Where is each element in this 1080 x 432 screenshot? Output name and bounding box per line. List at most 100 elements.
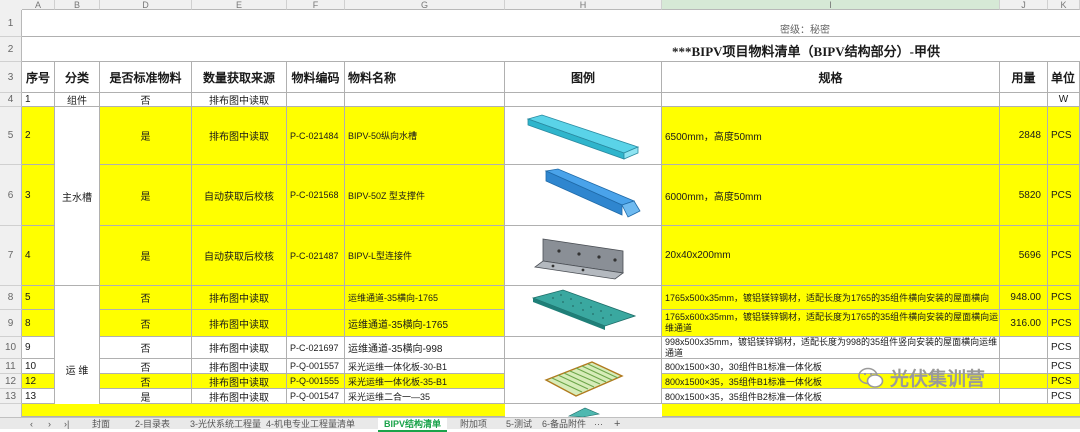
row6-name[interactable]: BIPV-50Z 型支撑件	[345, 165, 505, 226]
row10-source[interactable]: 排布图中读取	[192, 337, 287, 359]
row6-standard[interactable]: 是	[100, 165, 192, 226]
tab-prev-button[interactable]: ‹	[30, 418, 33, 430]
row11-name[interactable]: 采光运维一体化板-30-B1	[345, 359, 505, 374]
row13-standard[interactable]: 是	[100, 389, 192, 404]
row13-usage[interactable]	[1000, 389, 1048, 404]
row13-code[interactable]: P-Q-001547	[287, 389, 345, 404]
row6-unit[interactable]: PCS	[1048, 165, 1080, 226]
tab-last-button[interactable]: ›|	[64, 418, 69, 430]
tab-next-button[interactable]: ›	[48, 418, 51, 430]
header-seq[interactable]: 序号	[22, 62, 55, 93]
header-standard[interactable]: 是否标准物料	[100, 62, 192, 93]
row-header-8[interactable]: 8	[0, 286, 22, 310]
row7-code[interactable]: P-C-021487	[287, 226, 345, 286]
tab-pv-system[interactable]: 3-光伏系统工程量	[190, 418, 261, 430]
row11-standard[interactable]: 否	[100, 359, 192, 374]
tab-spares[interactable]: 6-备品附件	[542, 418, 586, 430]
tab-test[interactable]: 5-测试	[506, 418, 532, 430]
row7-spec[interactable]: 20x40x200mm	[662, 226, 1000, 286]
column-header-f[interactable]: F	[287, 0, 345, 10]
row8-seq[interactable]: 5	[22, 286, 55, 310]
row4-unit[interactable]: W	[1048, 93, 1080, 107]
column-header-i[interactable]: I	[662, 0, 1000, 10]
row4-code[interactable]	[287, 93, 345, 107]
row7-seq[interactable]: 4	[22, 226, 55, 286]
row5-code[interactable]: P-C-021484	[287, 107, 345, 165]
column-header-d[interactable]: D	[100, 0, 192, 10]
column-header-e[interactable]: E	[192, 0, 287, 10]
row10-seq[interactable]: 9	[22, 337, 55, 359]
header-image[interactable]: 图例	[505, 62, 662, 93]
row7-image[interactable]	[505, 226, 662, 286]
column-header-j[interactable]: J	[1000, 0, 1048, 10]
row12-usage[interactable]	[1000, 374, 1048, 389]
row7-name[interactable]: BIPV-L型连接件	[345, 226, 505, 286]
row6-seq[interactable]: 3	[22, 165, 55, 226]
row-header-3[interactable]: 3	[0, 62, 22, 93]
row-header-13[interactable]: 13	[0, 389, 22, 404]
row12-seq[interactable]: 12	[22, 374, 55, 389]
header-unit[interactable]: 单位	[1048, 62, 1080, 93]
row12-code[interactable]: P-Q-001555	[287, 374, 345, 389]
row9-usage[interactable]: 316.00	[1000, 310, 1048, 337]
row11-source[interactable]: 排布图中读取	[192, 359, 287, 374]
row10-code[interactable]: P-C-021697	[287, 337, 345, 359]
row12-name[interactable]: 采光运维一体化板-35-B1	[345, 374, 505, 389]
row10-name[interactable]: 运维通道-35横向-998	[345, 337, 505, 359]
tab-mep[interactable]: 4-机电专业工程量清单	[266, 418, 355, 430]
row9-standard[interactable]: 否	[100, 310, 192, 337]
column-header-b[interactable]: B	[55, 0, 100, 10]
header-usage[interactable]: 用量	[1000, 62, 1048, 93]
row8-name[interactable]: 运维通道-35横向-1765	[345, 286, 505, 310]
walkway-image-cell[interactable]	[505, 286, 662, 337]
row-header-7[interactable]: 7	[0, 226, 22, 286]
row11-unit[interactable]: PCS	[1048, 359, 1080, 374]
row13-source[interactable]: 排布图中读取	[192, 389, 287, 404]
row-header-12[interactable]: 12	[0, 374, 22, 389]
row-header-4[interactable]: 4	[0, 93, 22, 107]
row6-source[interactable]: 自动获取后校核	[192, 165, 287, 226]
row8-spec[interactable]: 1765x500x35mm，镀铝镁锌钢材，适配长度为1765的35组件横向安装的…	[662, 286, 1000, 310]
row7-source[interactable]: 自动获取后校核	[192, 226, 287, 286]
row8-usage[interactable]: 948.00	[1000, 286, 1048, 310]
header-code[interactable]: 物料编码	[287, 62, 345, 93]
row-header-6[interactable]: 6	[0, 165, 22, 226]
group-main-gutter[interactable]: 主水槽	[55, 107, 100, 286]
row13-spec[interactable]: 800x1500×35，35组件B2标准一体化板	[662, 389, 1000, 404]
row5-spec[interactable]: 6500mm，高度50mm	[662, 107, 1000, 165]
row10-standard[interactable]: 否	[100, 337, 192, 359]
row9-seq[interactable]: 8	[22, 310, 55, 337]
row11-usage[interactable]	[1000, 359, 1048, 374]
row-header-9[interactable]: 9	[0, 310, 22, 337]
header-spec[interactable]: 规格	[662, 62, 1000, 93]
row9-source[interactable]: 排布图中读取	[192, 310, 287, 337]
tab-bipv-structure[interactable]: BIPV结构清单	[378, 418, 448, 432]
row10-spec[interactable]: 998x500x35mm，镀铝镁锌钢材，适配长度为998的35组件竖向安装的屋面…	[662, 337, 1000, 359]
header-name[interactable]: 物料名称	[345, 62, 505, 93]
row10-usage[interactable]	[1000, 337, 1048, 359]
column-header-a[interactable]: A	[22, 0, 55, 10]
row7-unit[interactable]: PCS	[1048, 226, 1080, 286]
row5-seq[interactable]: 2	[22, 107, 55, 165]
row6-usage[interactable]: 5820	[1000, 165, 1048, 226]
header-category[interactable]: 分类	[55, 62, 100, 93]
more-tabs-button[interactable]: ···	[594, 418, 603, 430]
row5-source[interactable]: 排布图中读取	[192, 107, 287, 165]
row4-spec[interactable]	[662, 93, 1000, 107]
row6-spec[interactable]: 6000mm，高度50mm	[662, 165, 1000, 226]
row-header-2[interactable]: 2	[0, 37, 22, 62]
row5-name[interactable]: BIPV-50纵向水槽	[345, 107, 505, 165]
row6-code[interactable]: P-C-021568	[287, 165, 345, 226]
row6-image[interactable]	[505, 165, 662, 226]
row13-name[interactable]: 采光运维二合一—35	[345, 389, 505, 404]
row4-name[interactable]	[345, 93, 505, 107]
tab-additional[interactable]: 附加项	[460, 418, 487, 430]
row8-code[interactable]	[287, 286, 345, 310]
row4-category[interactable]: 组件	[55, 93, 100, 107]
row11-code[interactable]: P-Q-001557	[287, 359, 345, 374]
group-maintenance[interactable]: 运 维	[55, 286, 100, 417]
row10-image[interactable]	[505, 337, 662, 359]
row4-standard[interactable]: 否	[100, 93, 192, 107]
row4-seq[interactable]: 1	[22, 93, 55, 107]
row12-source[interactable]: 排布图中读取	[192, 374, 287, 389]
